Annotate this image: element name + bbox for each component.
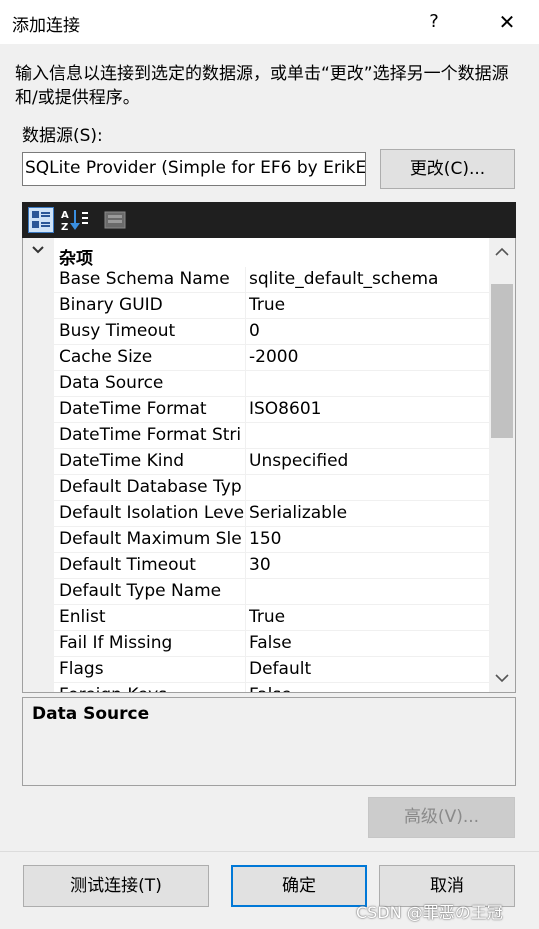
property-row[interactable]: Default Isolation Leve Serializable	[54, 501, 489, 527]
property-value[interactable]: False	[249, 631, 489, 656]
intro-text: 输入信息以连接到选定的数据源，或单击“更改”选择另一个数据源和/或提供程序。	[15, 64, 509, 108]
property-row[interactable]: Default Timeout 30	[54, 553, 489, 579]
property-row[interactable]: Flags Default	[54, 657, 489, 683]
property-row[interactable]: Default Database Typ	[54, 475, 489, 501]
property-pages-icon[interactable]	[102, 207, 128, 233]
property-value[interactable]: 0	[249, 319, 489, 344]
property-value[interactable]	[249, 423, 489, 448]
property-name: Foreign Keys	[59, 683, 246, 692]
property-row[interactable]: DateTime Kind Unspecified	[54, 449, 489, 475]
property-name: DateTime Format	[59, 399, 207, 419]
change-button[interactable]: 更改(C)...	[380, 149, 515, 189]
property-grid-toolbar: A Z	[22, 202, 516, 238]
property-name: Default Type Name	[59, 581, 222, 601]
property-value[interactable]: sqlite_default_schema	[249, 267, 489, 292]
category-row[interactable]: 杂项	[23, 241, 493, 269]
property-row[interactable]: DateTime Format Stri	[54, 423, 489, 449]
property-name: Data Source	[59, 373, 164, 393]
property-value[interactable]: True	[249, 293, 489, 318]
property-value[interactable]	[249, 371, 489, 396]
property-row[interactable]: Enlist True	[54, 605, 489, 631]
description-title: Data Source	[32, 704, 150, 724]
property-row[interactable]: Busy Timeout 0	[54, 319, 489, 345]
property-name: Base Schema Name	[59, 269, 230, 289]
property-value[interactable]: Default	[249, 657, 489, 682]
property-name: Default Isolation Leve	[59, 503, 245, 523]
data-source-label: 数据源(S):	[22, 126, 103, 146]
watermark: CSDN @罪恶の王冠	[356, 903, 503, 922]
property-name: Enlist	[59, 607, 106, 627]
property-row[interactable]: Binary GUID True	[54, 293, 489, 319]
scroll-down-icon[interactable]	[489, 668, 515, 688]
property-value[interactable]: 30	[249, 553, 489, 578]
vertical-scrollbar[interactable]	[489, 238, 515, 692]
property-value[interactable]: Serializable	[249, 501, 489, 526]
property-value[interactable]: ISO8601	[249, 397, 489, 422]
ok-button[interactable]: 确定	[231, 865, 367, 907]
property-row-selected[interactable]: Data Source	[54, 371, 489, 397]
property-row[interactable]: Cache Size -2000	[54, 345, 489, 371]
grid-gutter	[23, 238, 54, 692]
property-row[interactable]: Foreign KeysFalse	[54, 683, 489, 692]
svg-text:Z: Z	[61, 222, 68, 233]
window-title: 添加连接	[12, 16, 80, 36]
property-value[interactable]: -2000	[249, 345, 489, 370]
test-connection-button[interactable]: 测试连接(T)	[23, 865, 209, 907]
property-name: DateTime Kind	[59, 451, 185, 471]
property-value[interactable]: True	[249, 605, 489, 630]
property-row[interactable]: Default Type Name	[54, 579, 489, 605]
property-name: Flags	[59, 659, 104, 679]
property-value[interactable]	[249, 475, 489, 500]
property-name: Default Timeout	[59, 555, 196, 575]
advanced-button[interactable]: 高级(V)...	[368, 797, 515, 838]
property-name: Busy Timeout	[59, 321, 176, 341]
categorized-icon[interactable]	[28, 207, 54, 233]
property-row[interactable]: Default Maximum Sle 150	[54, 527, 489, 553]
property-name: Default Maximum Sle	[59, 529, 242, 549]
divider	[0, 851, 539, 852]
property-row[interactable]: DateTime Format ISO8601	[54, 397, 489, 423]
property-name: Fail If Missing	[59, 633, 173, 653]
scroll-up-icon[interactable]	[489, 242, 515, 262]
scrollbar-thumb[interactable]	[491, 284, 513, 438]
help-button[interactable]: ?	[416, 0, 452, 44]
property-name: Default Database Typ	[59, 477, 242, 497]
property-row[interactable]: Fail If Missing False	[54, 631, 489, 657]
property-name: Cache Size	[59, 347, 153, 367]
property-value[interactable]: 150	[249, 527, 489, 552]
chevron-down-icon[interactable]	[31, 243, 45, 257]
data-source-field[interactable]: SQLite Provider (Simple for EF6 by ErikE…	[22, 152, 366, 186]
property-value[interactable]: Unspecified	[249, 449, 489, 474]
property-row[interactable]: Base Schema Name sqlite_default_schema	[54, 267, 489, 293]
property-name: Binary GUID	[59, 295, 163, 315]
svg-text:A: A	[61, 210, 69, 221]
property-value[interactable]	[249, 579, 489, 604]
property-value[interactable]: False	[249, 683, 489, 692]
property-grid: 杂项 Base Schema Name sqlite_default_schema…	[22, 238, 516, 693]
property-name: DateTime Format Stri	[59, 425, 242, 445]
category-label: 杂项	[59, 249, 93, 269]
alphabetical-icon[interactable]: A Z	[60, 207, 88, 233]
description-panel: Data Source	[22, 697, 516, 786]
property-rows: Base Schema Name sqlite_default_schema Bi…	[54, 267, 489, 692]
title-bar: 添加连接 ? ✕	[0, 0, 539, 44]
close-button[interactable]: ✕	[484, 0, 530, 44]
